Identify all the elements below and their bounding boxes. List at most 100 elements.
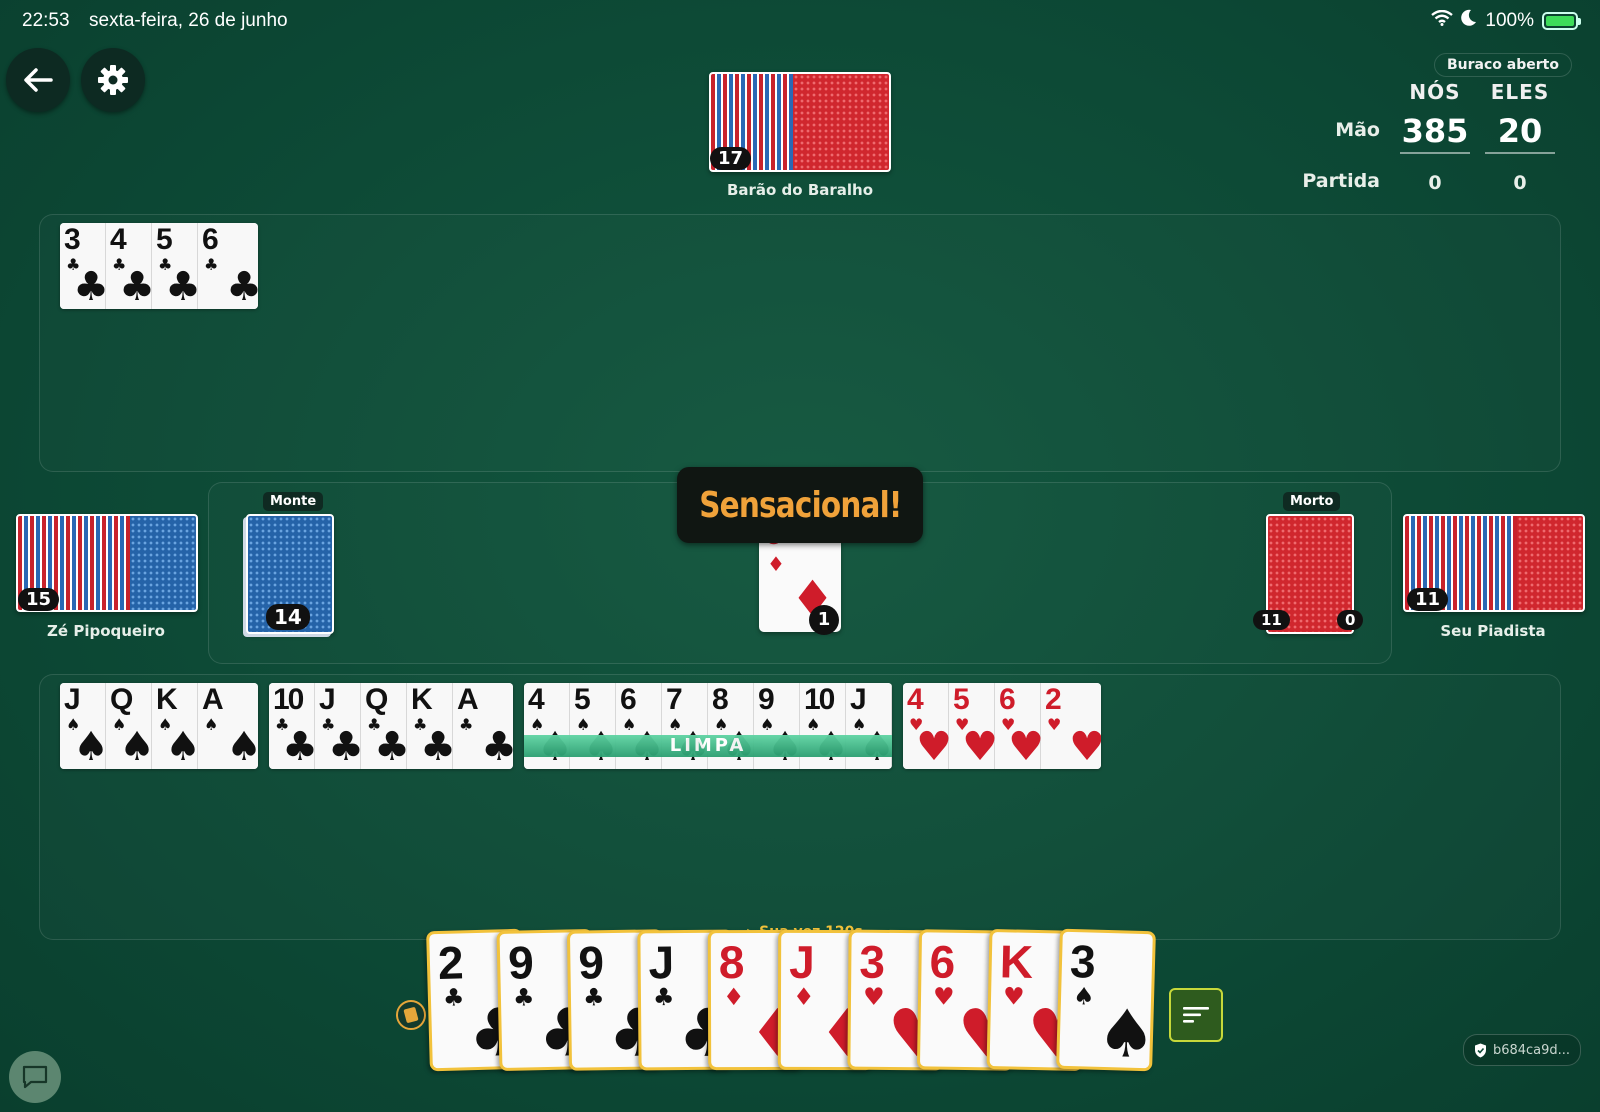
card-rank: K [156,683,178,716]
card-rank: 10 [273,683,304,716]
status-time: 22:53 [22,10,70,31]
back-button[interactable] [6,48,70,112]
meld-card: K ♠ ♠ [152,683,201,769]
dead-pile-right-count: 0 [1337,610,1364,630]
meld-card: 3 ♣ ♣ [60,223,109,309]
meld-card: 2 ♥ ♥ [1041,683,1101,769]
opponent-melds: 3 ♣ ♣ 4 ♣ ♣ 5 ♣ ♣ 6 ♣ ♣ [60,223,258,309]
discard-hint-icon[interactable] [396,1000,426,1030]
status-date: sexta-feira, 26 de junho [89,10,288,31]
card-suit-large: ♣ [165,264,201,309]
card-suit: ♣ [442,983,465,1012]
card-rank: 9 [507,936,533,989]
meld-card: 5 ♣ ♣ [152,223,201,309]
card-rank: 8 [712,683,729,716]
card-suit: ♦ [792,982,815,1011]
card-suit-large: ♠ [73,724,109,769]
card-rank: 6 [620,683,637,716]
hand-score-us: 385 [1400,112,1470,154]
match-score-us: 0 [1428,172,1442,194]
meld-card: 6 ♣ ♣ [198,223,258,309]
player-hand: 2 ♣ ♣ 9 ♣ ♣ 9 ♣ ♣ J ♣ ♣ 8 ♦ ♦ J ♦ ♦ 3 ♥ ♥ 6 ♥ ♥ K ♥ ♥ 3 ♠ ♠ [426,928,1168,1082]
clean-canasta-badge: LIMPA [524,735,892,757]
card-rank: 6 [999,683,1016,716]
card-suit-large: ♣ [119,264,155,309]
card-rank: 4 [528,683,545,716]
meld-card: Q ♠ ♠ [106,683,155,769]
stock-label: Monte [263,492,324,511]
battery-icon [1542,12,1581,30]
card-suit-large: ♣ [73,264,109,309]
moon-icon [1461,9,1477,33]
card-rank: J [319,683,336,716]
card-rank: 9 [758,683,775,716]
score-col-them: ELES [1490,80,1550,104]
arrow-left-icon [24,68,53,92]
card-suit-large: ♥ [962,724,998,769]
sort-lines-icon [1183,1007,1209,1023]
meld-card: J♠♠ [60,683,109,769]
our-meld-zone: J♠♠Q♠♠K♠♠A♠♠10♣♣J♣♣Q♣♣K♣♣A♣♣4♠♠5♠♠6♠♠7♠♠… [39,674,1561,940]
card-rank: J [789,935,813,988]
card-suit: ♥ [1047,715,1062,734]
card-suit: ♦ [722,983,745,1012]
meld-card: 6 ♥ ♥ [995,683,1044,769]
card-rank: 6 [929,935,954,988]
meld[interactable]: 3 ♣ ♣ 4 ♣ ♣ 5 ♣ ♣ 6 ♣ ♣ [60,223,258,309]
meld-card: A ♠ ♠ [198,683,258,769]
discard-count: 1 [809,605,839,635]
card-rank: 4 [110,223,127,256]
card-suit: ♥ [862,982,885,1011]
dead-pile-left-count: 11 [1253,610,1290,630]
hand-score-them: 20 [1485,112,1555,154]
meld[interactable]: 4♠♠5♠♠6♠♠7♠♠8♠♠9♠♠10♠♠J♠♠LIMPA [524,683,892,769]
card-rank: J [648,936,673,989]
card-suit: ♣ [459,715,474,734]
card-suit-large: ♥ [916,724,952,769]
card-rank: Q [365,683,388,716]
card-rank: 4 [907,683,924,716]
meld-card: Q ♣ ♣ [361,683,410,769]
meld[interactable]: 10 ♣ ♣ J ♣ ♣ Q ♣ ♣ K ♣ ♣ A ♣ ♣ [269,683,513,769]
card-suit: ♣ [652,983,675,1012]
meld-card: 4 ♣ ♣ [106,223,155,309]
meld-card: 4 ♥ ♥ [903,683,952,769]
left-player-card-count: 15 [18,588,60,611]
hand-card[interactable]: 3 ♠ ♠ [1056,928,1156,1072]
card-rank: J [850,683,867,716]
card-suit: ♣ [204,255,219,274]
card-suit-large: ♣ [481,724,513,769]
card-rank: 5 [953,683,970,716]
dead-pile-label: Morto [1283,492,1341,511]
toast: Sensacional! [677,467,923,543]
card-suit: ♠ [1072,982,1095,1011]
meld[interactable]: J ♠ ♠ Q ♠ ♠ K ♠ ♠ A ♠ ♠ [60,683,258,769]
card-suit-large: ♣ [282,724,318,769]
meld-card: J ♣ ♣ [315,683,364,769]
card-suit: ♥ [1002,982,1025,1011]
right-player-name: Seu Piadista [1440,622,1546,640]
game-id-badge[interactable]: b684ca9d... [1463,1034,1581,1066]
top-player-name: Barão do Baralho [726,181,874,199]
gear-icon [98,65,128,95]
sort-hand-button[interactable] [1169,988,1223,1042]
card-rank: 7 [666,683,683,716]
meld[interactable]: 4 ♥ ♥ 5 ♥ ♥ 6 ♥ ♥ 2 ♥ ♥ [903,683,1101,769]
opponent-meld-zone: 3 ♣ ♣ 4 ♣ ♣ 5 ♣ ♣ 6 ♣ ♣ [39,214,1561,472]
card-suit: ♠ [204,715,219,734]
card-suit: ♥ [932,982,955,1011]
settings-button[interactable] [81,48,145,112]
toast-text: Sensacional! [698,484,902,526]
card-suit-large: ♥ [1008,724,1044,769]
left-player-name: Zé Pipoqueiro [47,622,165,640]
meld-card: K ♣ ♣ [407,683,456,769]
card-rank: 3 [859,935,884,988]
card-suit-large: ♠ [119,724,155,769]
wifi-icon [1431,9,1454,32]
chat-bubble-icon [22,1065,48,1089]
card-suit-large: ♠ [226,724,258,769]
game-id-text: b684ca9d... [1492,1042,1571,1058]
meld-card: 10 ♣ ♣ [269,683,318,769]
card-rank: K [999,935,1032,988]
chat-button[interactable] [9,1051,61,1103]
